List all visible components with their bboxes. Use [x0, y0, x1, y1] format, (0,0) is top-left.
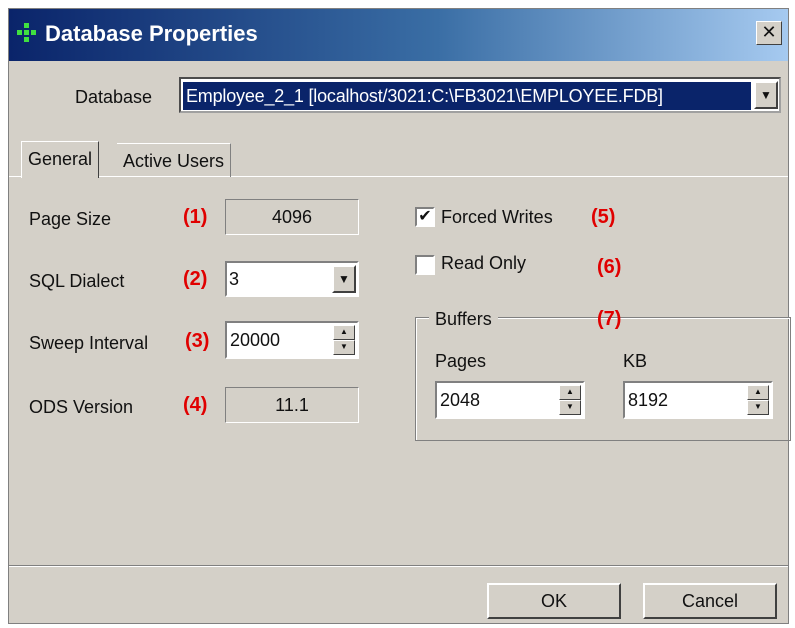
marker-3: (3) — [185, 330, 210, 352]
sweep-interval-down-button[interactable]: ▼ — [333, 340, 355, 355]
ods-version-label: ODS Version — [29, 397, 134, 417]
buffers-groupbox — [415, 317, 791, 441]
general-panel: Page Size (1) 4096 SQL Dialect (2) 3 ▼ S… — [9, 177, 791, 565]
kb-arrows: ▲ ▼ — [747, 385, 769, 415]
database-selected-value: Employee_2_1 [localhost/3021:C:\FB3021\E… — [183, 82, 751, 110]
sweep-interval-value: 20000 — [230, 330, 281, 350]
tab-active-users[interactable]: Active Users — [117, 143, 232, 177]
read-only-checkbox[interactable] — [415, 255, 435, 275]
kb-spinner[interactable]: 8192 ▲ ▼ — [623, 381, 773, 419]
cancel-button[interactable]: Cancel — [643, 583, 777, 619]
window-title: Database Properties — [45, 21, 258, 46]
kb-down-button[interactable]: ▼ — [747, 400, 769, 415]
tab-bar: General Active Users — [9, 137, 788, 178]
pages-up-button[interactable]: ▲ — [559, 385, 581, 400]
sweep-interval-spinner[interactable]: 20000 ▲ ▼ — [225, 321, 359, 359]
tab-general[interactable]: General — [21, 141, 100, 178]
app-icon — [17, 23, 37, 43]
marker-5: (5) — [591, 206, 616, 228]
sweep-interval-arrows: ▲ ▼ — [333, 325, 355, 355]
database-label: Database — [75, 87, 153, 107]
pages-label: Pages — [435, 351, 487, 371]
forced-writes-label[interactable]: Forced Writes — [441, 205, 553, 229]
sql-dialect-value: 3 — [229, 269, 240, 289]
ok-button[interactable]: OK — [487, 583, 621, 619]
page-size-label: Page Size — [29, 209, 112, 229]
sweep-interval-up-button[interactable]: ▲ — [333, 325, 355, 340]
pages-spinner[interactable]: 2048 ▲ ▼ — [435, 381, 585, 419]
sweep-interval-label: Sweep Interval — [29, 333, 149, 353]
marker-2: (2) — [183, 268, 208, 290]
kb-value: 8192 — [628, 390, 669, 410]
marker-7: (7) — [597, 308, 622, 330]
close-button[interactable]: ✕ — [756, 21, 782, 45]
pages-value: 2048 — [440, 390, 481, 410]
sql-dialect-dropdown-button[interactable]: ▼ — [332, 265, 356, 293]
database-select[interactable]: Employee_2_1 [localhost/3021:C:\FB3021\E… — [179, 77, 781, 113]
buffers-group-title: Buffers — [429, 307, 498, 331]
sql-dialect-label: SQL Dialect — [29, 271, 125, 291]
sql-dialect-select[interactable]: 3 ▼ — [225, 261, 359, 297]
page-size-field: 4096 — [225, 199, 359, 235]
forced-writes-checkbox[interactable]: ✔ — [415, 207, 435, 227]
dialog-window: Database Properties ✕ Database Employee_… — [8, 8, 791, 624]
pages-arrows: ▲ ▼ — [559, 385, 581, 415]
pages-down-button[interactable]: ▼ — [559, 400, 581, 415]
marker-4: (4) — [183, 394, 208, 416]
marker-1: (1) — [183, 206, 208, 228]
marker-6: (6) — [597, 256, 622, 278]
read-only-label[interactable]: Read Only — [441, 251, 526, 275]
footer-separator — [9, 565, 788, 567]
title-bar[interactable]: Database Properties ✕ — [9, 9, 788, 61]
ods-version-field: 11.1 — [225, 387, 359, 423]
kb-label: KB — [623, 351, 648, 371]
database-dropdown-button[interactable]: ▼ — [754, 81, 778, 109]
kb-up-button[interactable]: ▲ — [747, 385, 769, 400]
